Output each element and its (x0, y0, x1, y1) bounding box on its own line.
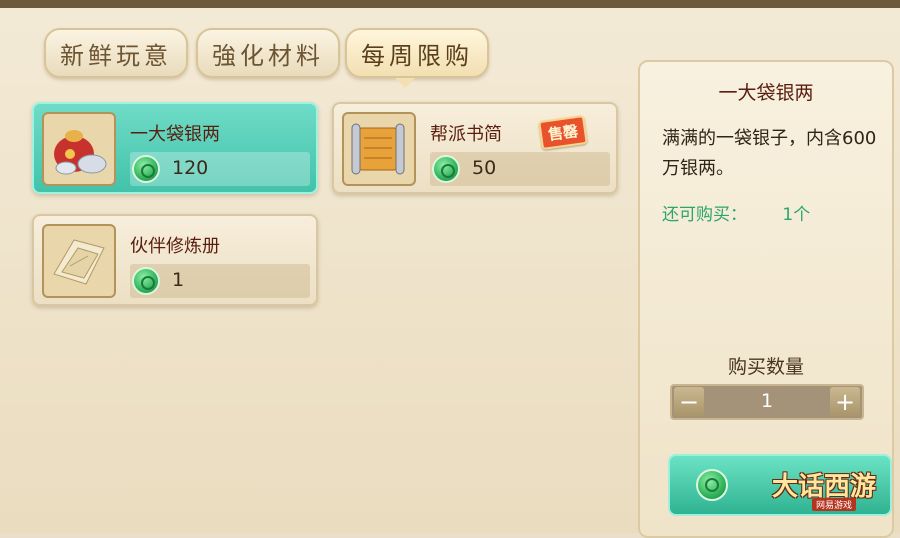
training-book-icon (42, 224, 116, 298)
item-name: 一大袋银两 (130, 124, 220, 145)
price-bar: 120 (130, 152, 310, 186)
scroll-icon (342, 112, 416, 186)
detail-description: 满满的一袋银子，内含600万银两。 (662, 128, 877, 179)
item-price: 120 (172, 157, 209, 179)
item-price: 1 (172, 269, 185, 291)
shop-window: 新鲜玩意 強化材料 每周限购 一大袋银两 120 帮派书简 售罄 50 伙伴修炼… (0, 0, 900, 538)
quantity-value[interactable]: 1 (712, 390, 822, 412)
tab-weekly-limited[interactable]: 每周限购 (345, 28, 489, 78)
sold-out-badge: 售罄 (538, 114, 588, 151)
item-price: 50 (472, 157, 497, 179)
jade-coin-icon (132, 155, 160, 183)
active-tab-pointer (395, 78, 415, 88)
decrease-quantity-button[interactable]: − (674, 387, 704, 417)
remaining-label: 还可购买： (662, 205, 747, 225)
quantity-label: 购买数量 (727, 356, 804, 378)
price-bar: 1 (130, 264, 310, 298)
remaining-purchases: 还可购买： 1个 (662, 200, 810, 225)
detail-title: 一大袋银两 (718, 82, 814, 104)
item-card-partner-training-book[interactable]: 伙伴修炼册 1 (32, 214, 318, 306)
item-detail-panel: 一大袋银两 满满的一袋银子，内含600万银两。 还可购买： 1个 购买数量 − … (638, 60, 894, 538)
jade-coin-icon (432, 155, 460, 183)
buy-button[interactable]: 大话西游 网易游戏 (668, 454, 892, 516)
remaining-count: 1个 (782, 205, 811, 225)
publisher-logo: 网易游戏 (812, 498, 857, 511)
tab-novelties[interactable]: 新鲜玩意 (44, 28, 188, 78)
item-name: 帮派书简 (430, 124, 502, 145)
silver-bag-icon (42, 112, 116, 186)
jade-coin-icon (696, 469, 728, 501)
tab-enhance-materials[interactable]: 強化材料 (196, 28, 340, 78)
item-card-silver-bag[interactable]: 一大袋银两 120 (32, 102, 318, 194)
increase-quantity-button[interactable]: + (830, 387, 860, 417)
quantity-stepper: − 1 + (670, 384, 864, 420)
item-name: 伙伴修炼册 (130, 236, 220, 257)
price-bar: 50 (430, 152, 610, 186)
jade-coin-icon (132, 267, 160, 295)
item-card-guild-scroll[interactable]: 帮派书简 售罄 50 (332, 102, 618, 194)
